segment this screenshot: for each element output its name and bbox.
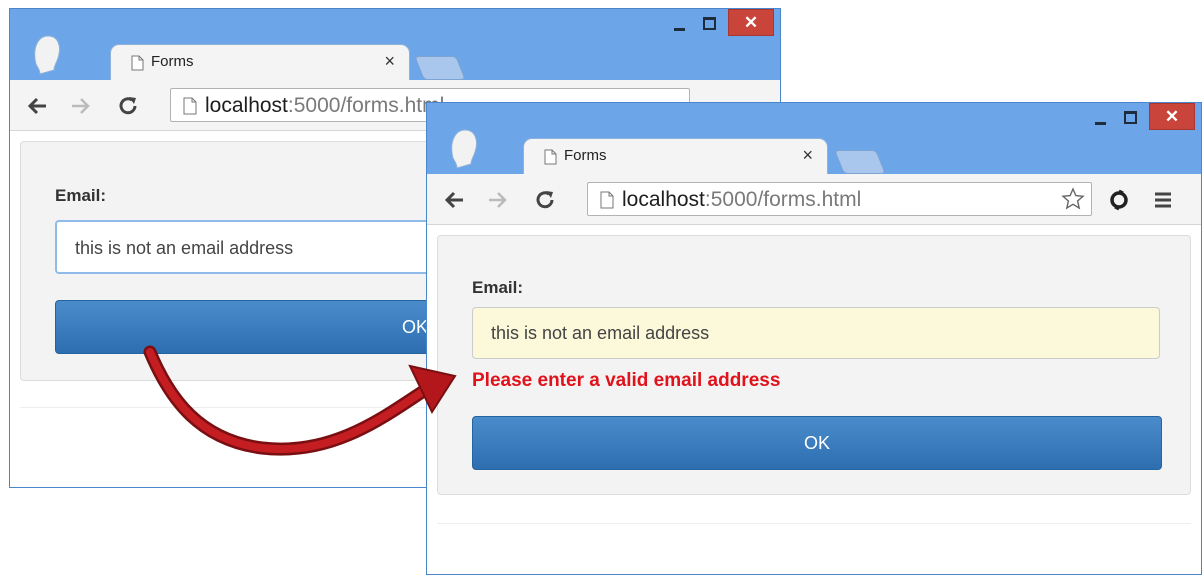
curved-arrow-icon: [143, 345, 457, 456]
